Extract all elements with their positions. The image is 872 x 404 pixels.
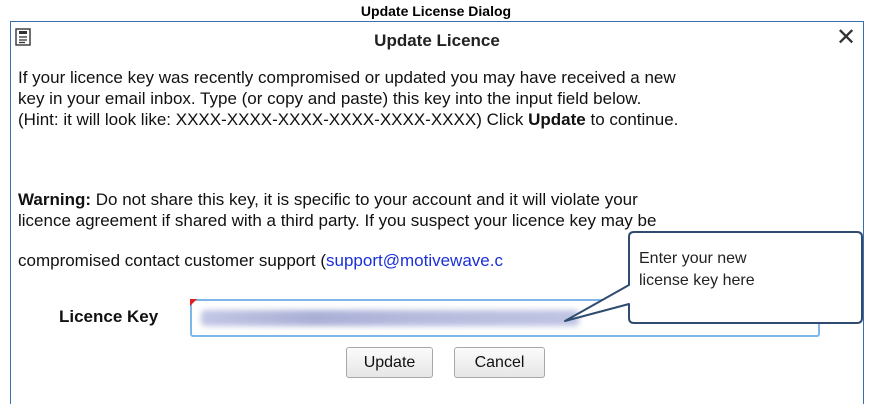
- licence-key-label: Licence Key: [59, 307, 159, 326]
- update-button[interactable]: Update: [346, 347, 433, 378]
- warning-label: Warning:: [18, 190, 92, 209]
- instruction-line: If your licence key was recently comprom…: [18, 68, 676, 87]
- required-marker: [190, 299, 197, 306]
- instruction-tail: to continue.: [585, 110, 679, 129]
- obscured-licence-key: [201, 310, 579, 326]
- dialog-title: Update Licence: [374, 31, 500, 50]
- warning-line: Warning: Do not share this key, it is sp…: [18, 189, 863, 210]
- instruction-line: (Hint: it will look like: XXXX-XXXX-XXXX…: [18, 109, 863, 130]
- warning-text: Warning: Do not share this key, it is sp…: [18, 189, 863, 231]
- warning-line: licence agreement if shared with a third…: [18, 211, 657, 230]
- instruction-text: If your licence key was recently comprom…: [18, 67, 863, 130]
- callout-text: Enter your new license key here: [639, 248, 839, 292]
- update-licence-dialog: Update Licence ✕ If your licence key was…: [10, 21, 864, 404]
- support-prefix: compromised contact customer support (: [18, 251, 327, 270]
- figure-caption: Update License Dialog: [360, 3, 512, 19]
- warning-body: Do not share this key, it is specific to…: [91, 190, 638, 209]
- callout-line: license key here: [639, 272, 755, 289]
- instruction-hint: (Hint: it will look like: XXXX-XXXX-XXXX…: [18, 110, 529, 129]
- instruction-line: key in your email inbox. Type (or copy a…: [18, 89, 642, 108]
- close-icon[interactable]: ✕: [835, 26, 857, 50]
- support-email-link[interactable]: support@motivewave.c: [326, 251, 503, 270]
- update-keyword: Update: [528, 110, 586, 129]
- dialog-titlebar[interactable]: Update Licence ✕: [11, 22, 863, 58]
- callout-line: Enter your new: [639, 250, 747, 267]
- cancel-button[interactable]: Cancel: [454, 347, 545, 378]
